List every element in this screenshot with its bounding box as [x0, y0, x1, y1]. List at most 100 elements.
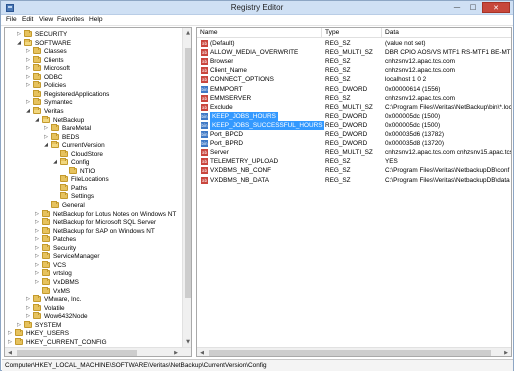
value-data: localhost 1 0 2 — [385, 76, 427, 84]
folder-icon — [51, 132, 59, 140]
value-name: Port_BPRD — [210, 140, 244, 148]
value-row[interactable]: ab Browser REG_SZ cnhzsnv12.apac.tcs.com — [197, 57, 511, 66]
column-header-data[interactable]: Data — [382, 28, 511, 38]
value-type: REG_SZ — [325, 67, 351, 75]
menu-help[interactable]: Help — [89, 16, 103, 23]
string-value-icon: ab — [201, 40, 208, 47]
value-row[interactable]: bin KEEP_JOBS_HOURS REG_DWORD 0x000005dc (1… — [197, 111, 511, 121]
value-type: REG_SZ — [325, 167, 351, 175]
string-value-icon: ab — [201, 94, 208, 102]
string-value-icon: ab — [201, 176, 208, 184]
value-row[interactable]: ab CONNECT_OPTIONS REG_SZ localhost 1 0 2 — [197, 75, 511, 84]
value-name: CONNECT_OPTIONS — [210, 76, 274, 84]
value-name: (Default) — [210, 40, 235, 47]
menu-view[interactable]: View — [39, 16, 53, 23]
folder-icon — [51, 201, 59, 208]
value-row[interactable]: bin Port_BPCD REG_DWORD 0x000035d6 (13782) — [197, 130, 511, 139]
value-data: 0x000035d8 (13720) — [385, 140, 444, 148]
folder-icon — [42, 209, 50, 217]
value-row[interactable]: ab (Default) REG_SZ (value not set) — [197, 39, 511, 48]
value-name: Server — [210, 149, 229, 157]
binary-value-icon: bin — [201, 131, 208, 138]
folder-icon — [24, 320, 32, 328]
tree-horizontal-scroll-thumb[interactable] — [17, 350, 137, 356]
folder-icon — [69, 166, 77, 174]
value-row[interactable]: ab Exclude REG_MULTI_SZ C:\Program Files\Ve… — [197, 103, 511, 112]
values-horizontal-scroll-thumb[interactable] — [209, 350, 491, 356]
folder-icon — [42, 269, 50, 277]
registry-tree-pane[interactable]: ▷ SECURITY ◢ SOFTWARE ▷ Classes ▷ Clients ▷ Micro… — [4, 27, 192, 357]
menu-file[interactable]: File — [6, 16, 17, 23]
scroll-left-arrow[interactable]: ◀ — [197, 348, 207, 356]
value-type: REG_MULTI_SZ — [325, 149, 373, 157]
tree-node[interactable]: ▷ HKEY_CURRENT_CONFIG — [5, 337, 181, 347]
value-data: 0x000035d6 (13782) — [385, 131, 444, 138]
value-name: KEEP_JOBS_SUCCESSFUL_HOURS — [210, 120, 325, 130]
value-row[interactable]: ab Client_Name REG_SZ cnhzsnv12.apac.tcs.co… — [197, 66, 511, 75]
value-data: YES — [385, 158, 398, 166]
maximize-button[interactable]: □ — [466, 2, 480, 13]
column-header-type[interactable]: Type — [322, 28, 382, 38]
binary-value-icon: bin — [201, 85, 208, 93]
tree-vertical-scroll-thumb[interactable] — [185, 48, 191, 298]
string-value-icon: ab — [201, 67, 208, 75]
folder-icon — [42, 235, 50, 243]
expand-arrow-icon[interactable]: ▷ — [7, 338, 13, 347]
value-row[interactable]: bin EMMPORT REG_DWORD 0x00000614 (1556) — [197, 85, 511, 94]
folder-open-icon — [24, 38, 32, 46]
value-row[interactable]: ab ALLOW_MEDIA_OVERWRITE REG_MULTI_SZ DBR C… — [197, 48, 512, 57]
folder-icon — [42, 218, 50, 226]
value-name: Exclude — [210, 103, 233, 111]
close-button[interactable]: ✕ — [482, 2, 510, 13]
value-data: C:\Program Files\Veritas\NetbackupDB\dat… — [385, 176, 510, 184]
values-horizontal-scrollbar[interactable]: ◀ ▶ — [197, 347, 511, 356]
value-data: C:\Program Files\Veritas\NetbackupDB\con… — [385, 167, 510, 175]
value-type: REG_SZ — [325, 158, 351, 166]
value-name: KEEP_JOBS_HOURS — [210, 111, 278, 121]
string-value-icon: ab — [201, 49, 208, 57]
folder-icon — [60, 192, 68, 200]
title-bar: Registry Editor — □ ✕ — [1, 1, 513, 15]
folder-icon — [33, 98, 41, 106]
column-header-name[interactable]: Name — [197, 28, 322, 38]
folder-icon — [42, 243, 50, 251]
value-type: REG_DWORD — [325, 121, 368, 129]
value-name: EMMPORT — [210, 85, 243, 93]
scroll-right-arrow[interactable]: ▶ — [171, 348, 181, 356]
value-name: ALLOW_MEDIA_OVERWRITE — [210, 49, 299, 57]
menu-edit[interactable]: Edit — [22, 16, 33, 23]
tree-vertical-scrollbar[interactable]: ▲ ▼ — [182, 28, 191, 347]
value-row[interactable]: ab Server REG_MULTI_SZ cnhzsnv12.apac.tcs.c… — [197, 148, 511, 157]
value-type: REG_DWORD — [325, 85, 368, 93]
tree-horizontal-scrollbar[interactable]: ◀ ▶ — [5, 347, 191, 356]
value-data: DBR CPIO AOS/VS MTF1 RS-MTF1 BE-MTF — [385, 49, 512, 57]
values-list-pane[interactable]: Name Type Data ab (Default) REG_SZ (value n… — [196, 27, 512, 357]
string-value-icon: ab — [201, 103, 208, 111]
value-type: REG_DWORD — [325, 131, 368, 138]
value-row[interactable]: ab EMMSERVER REG_SZ cnhzsnv12.apac.tcs.com — [197, 94, 511, 103]
value-type: REG_DWORD — [325, 140, 368, 148]
value-row[interactable]: ab VXDBMS_NB_DATA REG_SZ C:\Program Files\V… — [197, 176, 511, 185]
folder-icon — [15, 329, 23, 337]
folder-open-icon — [42, 115, 50, 123]
value-row[interactable]: ab VXDBMS_NB_CONF REG_SZ C:\Program Files\V… — [197, 166, 511, 175]
value-row[interactable]: bin Port_BPRD REG_DWORD 0x000035d8 (13720) — [197, 139, 511, 148]
tree-node-label: HKEY_CURRENT_CONFIG — [26, 338, 107, 346]
binary-value-icon: bin — [201, 140, 208, 148]
scroll-down-arrow[interactable]: ▼ — [183, 337, 191, 347]
scroll-up-arrow[interactable]: ▲ — [183, 28, 191, 38]
scroll-right-arrow[interactable]: ▶ — [501, 348, 511, 356]
value-row[interactable]: ab TELEMETRY_UPLOAD REG_SZ YES — [197, 157, 511, 166]
value-type: REG_MULTI_SZ — [325, 49, 373, 57]
registry-editor-window: Registry Editor — □ ✕ File Edit View Fav… — [0, 0, 514, 371]
folder-open-icon — [33, 106, 41, 114]
folder-icon — [24, 30, 32, 37]
string-value-icon: ab — [201, 76, 208, 84]
minimize-button[interactable]: — — [450, 2, 464, 13]
status-bar-path: Computer\HKEY_LOCAL_MACHINE\SOFTWARE\Ver… — [2, 359, 513, 371]
value-row[interactable]: bin KEEP_JOBS_SUCCESSFUL_HOURS REG_DWORD 0x… — [197, 120, 511, 130]
scroll-left-arrow[interactable]: ◀ — [5, 348, 15, 356]
menu-favorites[interactable]: Favorites — [57, 16, 84, 23]
value-type: REG_SZ — [325, 76, 351, 84]
value-name: TELEMETRY_UPLOAD — [210, 158, 279, 166]
